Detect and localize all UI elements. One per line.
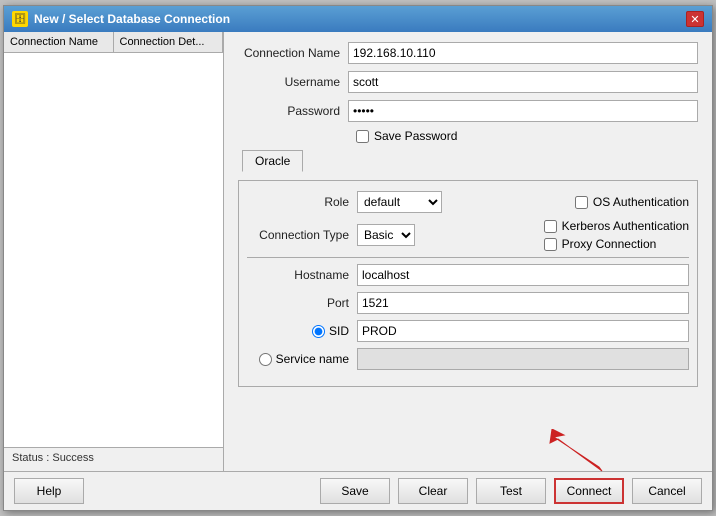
connection-list bbox=[4, 53, 223, 447]
proxy-row: Proxy Connection bbox=[544, 237, 689, 251]
left-panel-header: Connection Name Connection Det... bbox=[4, 32, 223, 53]
service-name-label: Service name bbox=[276, 352, 349, 366]
col-connection-name: Connection Name bbox=[4, 32, 114, 52]
service-name-row: Service name bbox=[247, 348, 689, 370]
close-button[interactable]: ✕ bbox=[686, 11, 704, 27]
bottom-bar: Help Save Clear Test Connect Cancel bbox=[4, 471, 712, 510]
sid-radio[interactable] bbox=[312, 325, 325, 338]
os-auth-label: OS Authentication bbox=[593, 195, 689, 209]
save-password-checkbox[interactable] bbox=[356, 130, 369, 143]
connection-type-label: Connection Type bbox=[247, 228, 357, 242]
connection-name-input[interactable] bbox=[348, 42, 698, 64]
kerberos-checkbox[interactable] bbox=[544, 220, 557, 233]
hostname-input[interactable] bbox=[357, 264, 689, 286]
tab-oracle[interactable]: Oracle bbox=[242, 150, 303, 172]
proxy-label: Proxy Connection bbox=[562, 237, 657, 251]
role-row: Role default SYSDBA SYSOPER OS Authentic… bbox=[247, 191, 689, 213]
password-input[interactable] bbox=[348, 100, 698, 122]
tab-bar: Oracle bbox=[242, 150, 698, 172]
col-connection-detail: Connection Det... bbox=[114, 32, 224, 52]
main-window: 🗄 New / Select Database Connection ✕ Con… bbox=[3, 5, 713, 511]
save-password-label: Save Password bbox=[374, 129, 457, 143]
hostname-row: Hostname bbox=[247, 264, 689, 286]
right-checkboxes-2: Kerberos Authentication Proxy Connection bbox=[544, 219, 689, 251]
os-auth-row: OS Authentication bbox=[575, 195, 689, 209]
connect-button[interactable]: Connect bbox=[554, 478, 624, 504]
os-auth-checkbox[interactable] bbox=[575, 196, 588, 209]
password-label: Password bbox=[238, 104, 348, 118]
role-select[interactable]: default SYSDBA SYSOPER bbox=[357, 191, 442, 213]
sid-label: SID bbox=[329, 324, 349, 338]
username-label: Username bbox=[238, 75, 348, 89]
kerberos-row: Kerberos Authentication bbox=[544, 219, 689, 233]
port-label: Port bbox=[247, 296, 357, 310]
title-bar-left: 🗄 New / Select Database Connection bbox=[12, 11, 230, 27]
service-name-radio[interactable] bbox=[259, 353, 272, 366]
proxy-checkbox[interactable] bbox=[544, 238, 557, 251]
password-row: Password bbox=[238, 100, 698, 122]
username-row: Username bbox=[238, 71, 698, 93]
sid-row: SID bbox=[247, 320, 689, 342]
help-button[interactable]: Help bbox=[14, 478, 84, 504]
window-title: New / Select Database Connection bbox=[34, 12, 230, 26]
clear-button[interactable]: Clear bbox=[398, 478, 468, 504]
connection-type-select[interactable]: Basic TNS LDAP bbox=[357, 224, 415, 246]
left-panel: Connection Name Connection Det... Status… bbox=[4, 32, 224, 471]
port-input[interactable] bbox=[357, 292, 689, 314]
title-bar: 🗄 New / Select Database Connection ✕ bbox=[4, 6, 712, 32]
connection-name-row: Connection Name bbox=[238, 42, 698, 64]
oracle-tab-content: Role default SYSDBA SYSOPER OS Authentic… bbox=[238, 180, 698, 387]
window-icon: 🗄 bbox=[12, 11, 28, 27]
right-checkboxes: OS Authentication bbox=[575, 195, 689, 209]
role-label: Role bbox=[247, 195, 357, 209]
status-bar: Status : Success bbox=[4, 447, 223, 471]
service-name-input[interactable] bbox=[357, 348, 689, 370]
test-button[interactable]: Test bbox=[476, 478, 546, 504]
cancel-button[interactable]: Cancel bbox=[632, 478, 702, 504]
bottom-left-buttons: Help bbox=[14, 478, 84, 504]
connection-type-row: Connection Type Basic TNS LDAP Kerberos … bbox=[247, 219, 689, 251]
right-panel: Connection Name Username Password Save P… bbox=[224, 32, 712, 471]
port-row: Port bbox=[247, 292, 689, 314]
username-input[interactable] bbox=[348, 71, 698, 93]
kerberos-label: Kerberos Authentication bbox=[562, 219, 689, 233]
arrow-indicator bbox=[544, 429, 604, 476]
connection-name-label: Connection Name bbox=[238, 46, 348, 60]
save-password-row: Save Password bbox=[356, 129, 698, 143]
bottom-right-buttons: Save Clear Test Connect Cancel bbox=[320, 478, 702, 504]
hostname-label: Hostname bbox=[247, 268, 357, 282]
sid-input[interactable] bbox=[357, 320, 689, 342]
content-area: Connection Name Connection Det... Status… bbox=[4, 32, 712, 471]
save-button[interactable]: Save bbox=[320, 478, 390, 504]
